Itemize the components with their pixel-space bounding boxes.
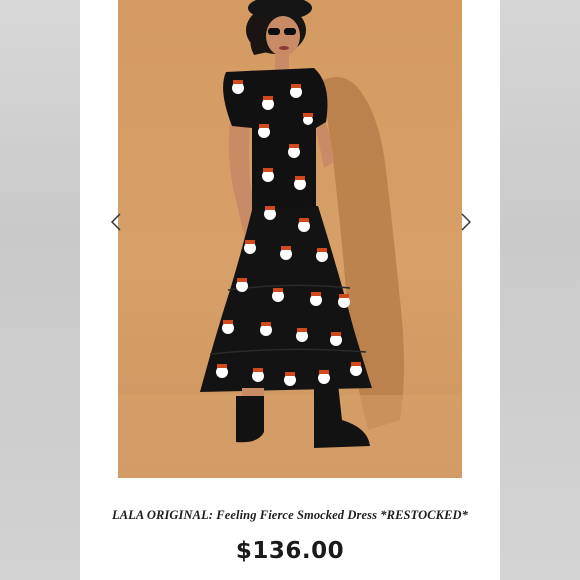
product-photo[interactable] [118,0,462,478]
product-price: $136.00 [235,538,345,564]
carousel-next-button[interactable] [456,210,476,234]
chevron-right-icon [461,213,471,231]
chevron-left-icon [111,213,121,231]
product-title: LALA ORIGINAL: Feeling Fierce Smocked Dr… [112,508,468,522]
listing-frame: LALA ORIGINAL: Feeling Fierce Smocked Dr… [0,0,580,580]
blurred-backdrop-right [500,0,580,580]
product-photo-illustration [118,0,462,478]
listing-card: LALA ORIGINAL: Feeling Fierce Smocked Dr… [80,0,500,580]
carousel-prev-button[interactable] [106,210,126,234]
blurred-backdrop-left [0,0,80,580]
